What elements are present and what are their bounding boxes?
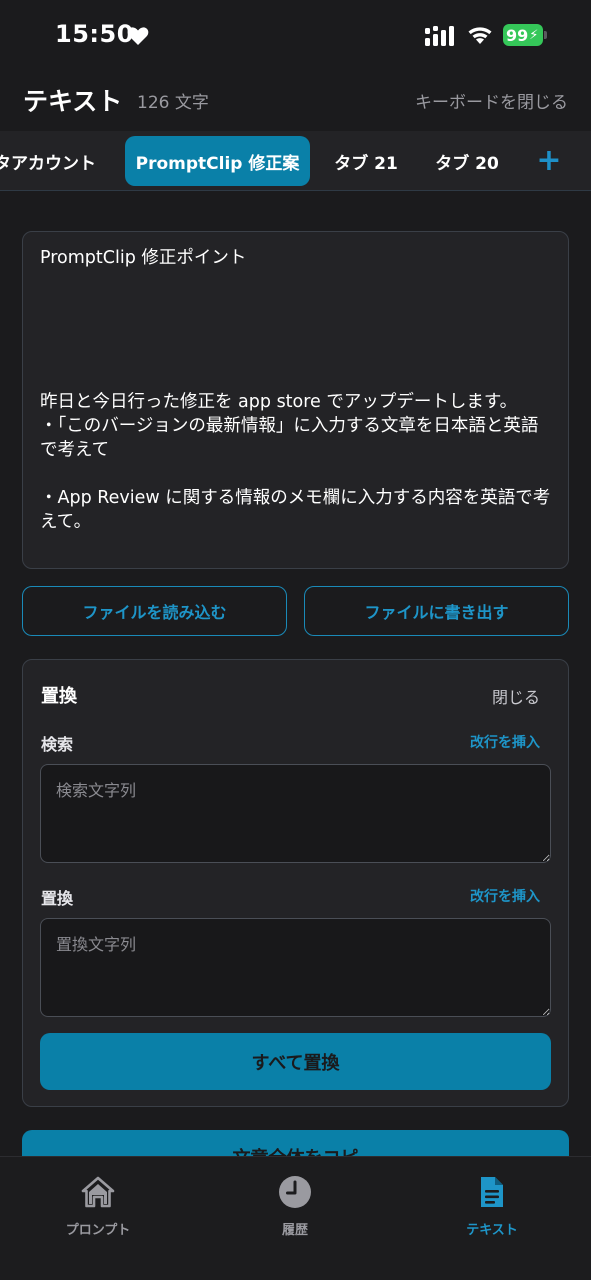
nav-prompt[interactable]: プロンプト <box>38 1175 158 1238</box>
char-count: 126 文字 <box>137 93 209 113</box>
status-bar: 15:50 99 ⚡ <box>0 0 591 70</box>
editor-line: PromptClip 修正ポイント <box>40 248 247 268</box>
bottom-nav: プロンプト 履歴 テキスト <box>0 1156 591 1280</box>
tab-21[interactable]: タブ 21 <box>324 136 408 186</box>
tab-20[interactable]: タブ 20 <box>422 136 512 186</box>
editor-line: ・「このバージョンの最新情報」に入力する文章を日本語と英語で考えて <box>40 416 539 460</box>
replace-label: 置換 <box>41 889 74 908</box>
replace-insert-newline-button[interactable]: 改行を挿入 <box>470 886 540 906</box>
clock-icon <box>279 1176 311 1208</box>
heart-icon <box>127 27 149 45</box>
replace-close-button[interactable]: 閉じる <box>492 684 540 708</box>
header: テキスト 126 文字 キーボードを閉じる <box>0 70 591 130</box>
tab-account[interactable]: タアカウント <box>0 136 102 186</box>
battery-indicator: 99 ⚡ <box>503 24 543 46</box>
search-insert-newline-button[interactable]: 改行を挿入 <box>470 732 540 752</box>
cellular-signal-icon <box>425 26 454 46</box>
nav-text-label: テキスト <box>466 1223 518 1238</box>
page-title: テキスト <box>23 87 123 116</box>
add-tab-button[interactable]: + <box>534 143 564 178</box>
document-icon <box>481 1177 503 1207</box>
replace-panel-title: 置換 <box>41 686 77 707</box>
search-input[interactable] <box>40 764 551 863</box>
tab-bar: タアカウント PromptClip 修正案 タブ 21 タブ 20 + <box>0 131 591 191</box>
nav-prompt-label: プロンプト <box>65 1223 131 1238</box>
home-icon <box>81 1176 115 1208</box>
tab-promptclip[interactable]: PromptClip 修正案 <box>125 136 310 186</box>
close-keyboard-button[interactable]: キーボードを閉じる <box>415 88 568 113</box>
replace-all-button[interactable]: すべて置換 <box>40 1033 551 1090</box>
replace-panel: 置換 閉じる 検索 改行を挿入 置換 改行を挿入 すべて置換 <box>22 659 569 1107</box>
editor-line: 昨日と今日行った修正を app store でアップデートします。 <box>40 392 518 412</box>
charging-bolt-icon: ⚡ <box>529 27 539 43</box>
write-file-button[interactable]: ファイルに書き出す <box>304 586 569 636</box>
battery-tip <box>544 31 547 39</box>
nav-text[interactable]: テキスト <box>432 1175 552 1238</box>
battery-level: 99 <box>506 25 529 45</box>
status-time: 15:50 <box>55 20 134 48</box>
wifi-icon <box>468 27 492 44</box>
editor-line: ・App Review に関する情報のメモ欄に入力する内容を英語で考えて。 <box>40 488 551 532</box>
nav-history-label: 履歴 <box>281 1223 308 1238</box>
read-file-button[interactable]: ファイルを読み込む <box>22 586 287 636</box>
nav-history[interactable]: 履歴 <box>235 1175 355 1238</box>
text-editor[interactable]: PromptClip 修正ポイント 昨日と今日行った修正を app store … <box>22 231 569 569</box>
replace-input[interactable] <box>40 918 551 1017</box>
search-label: 検索 <box>41 735 74 754</box>
